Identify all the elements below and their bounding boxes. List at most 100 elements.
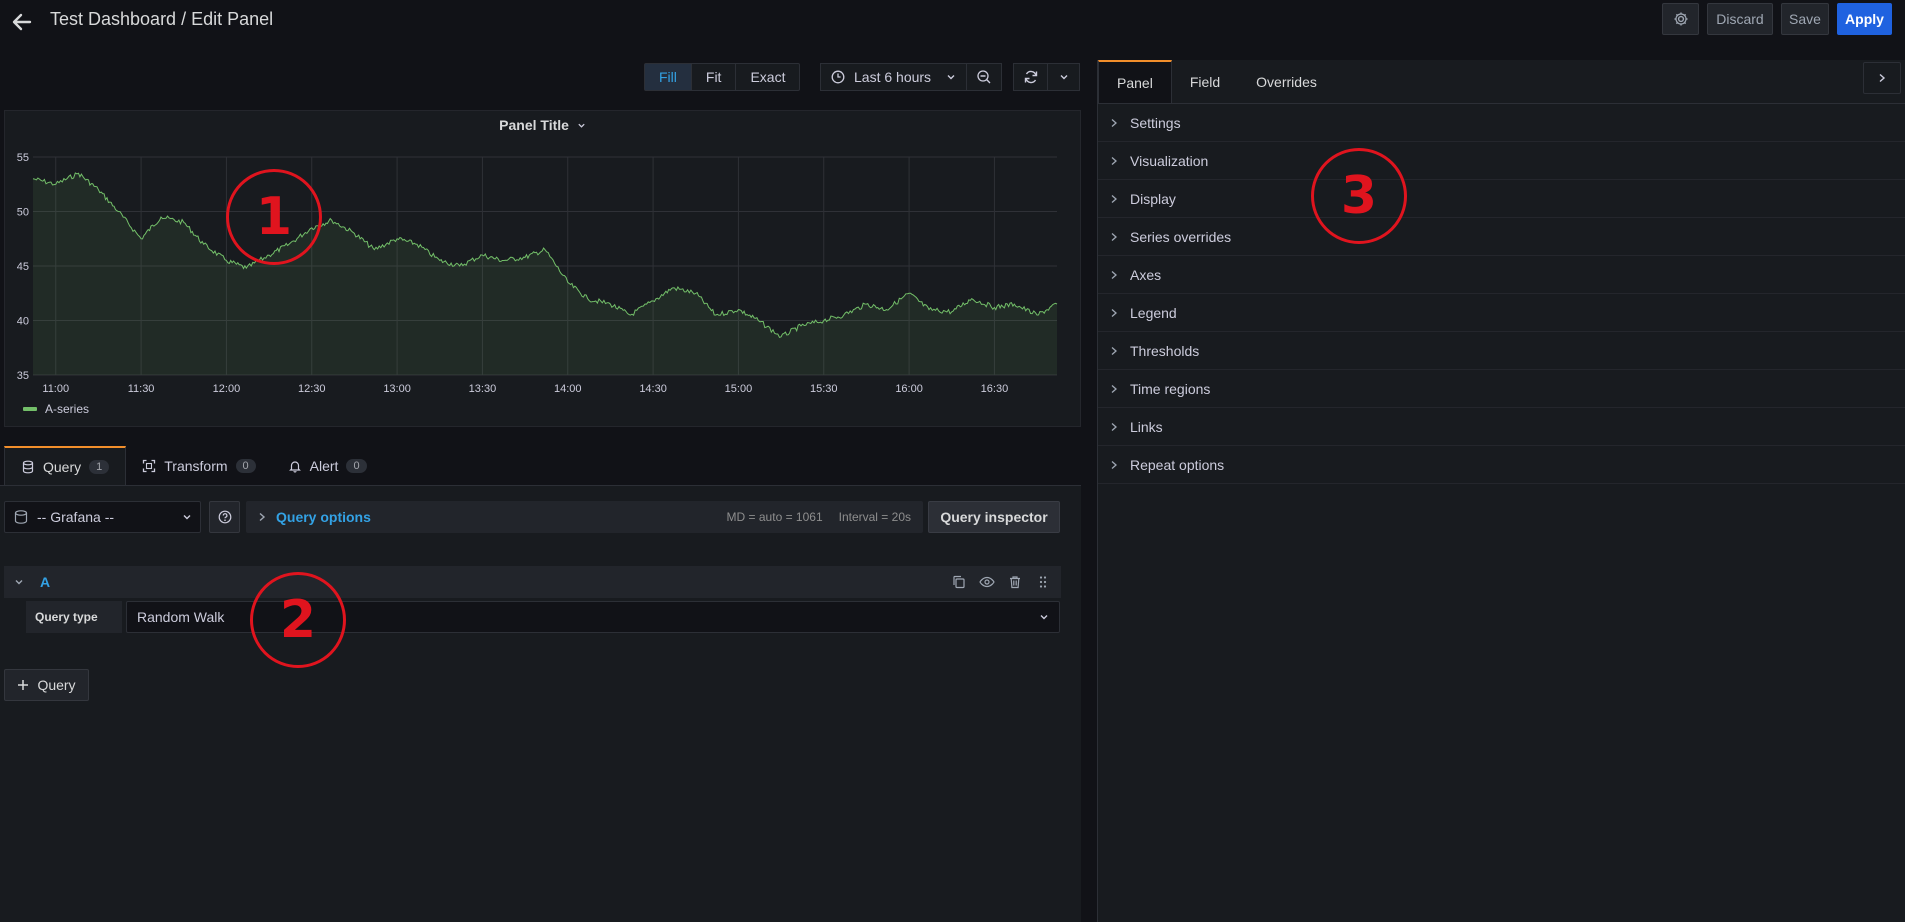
x-tick-label: 13:30 — [469, 383, 497, 395]
tab-transform[interactable]: Transform 0 — [126, 446, 271, 486]
chevron-right-icon — [1879, 73, 1886, 83]
top-bar: Test Dashboard / Edit Panel Discard Save… — [0, 0, 1905, 44]
query-inspector-button[interactable]: Query inspector — [928, 501, 1060, 533]
datasource-help-button[interactable] — [209, 501, 240, 533]
time-range-button[interactable]: Last 6 hours — [820, 63, 967, 91]
annotation-marker-3: 3 — [1311, 148, 1407, 244]
time-series-chart[interactable]: 35 40 45 50 55 11:00 11:30 12:00 12:30 13:00 13:30… — [5, 139, 1080, 399]
series-area-a-series — [33, 173, 1057, 375]
chevron-right-icon — [1111, 422, 1117, 431]
options-section-label: Visualization — [1130, 152, 1209, 169]
refresh-button[interactable] — [1013, 63, 1048, 91]
settings-button[interactable] — [1662, 3, 1699, 35]
datasource-name: -- Grafana -- — [37, 509, 115, 525]
drag-handle-icon — [1039, 576, 1047, 588]
add-query-label: Query — [37, 677, 76, 693]
tab-alert[interactable]: Alert 0 — [272, 446, 383, 486]
legend-swatch — [23, 407, 37, 411]
x-tick-label: 11:00 — [42, 383, 69, 395]
arrow-left-icon — [12, 13, 32, 31]
query-options-label: Query options — [276, 509, 371, 525]
x-tick-label: 15:00 — [725, 383, 753, 395]
y-tick-label: 55 — [17, 152, 29, 164]
add-query-button[interactable]: Query — [4, 669, 89, 701]
transform-count-badge: 0 — [235, 459, 256, 473]
refresh-icon — [1024, 70, 1037, 84]
query-editor — [0, 486, 1081, 922]
apply-button[interactable]: Apply — [1837, 3, 1892, 35]
options-section-label: Repeat options — [1130, 456, 1225, 473]
options-section-links[interactable]: Links — [1098, 408, 1905, 446]
options-section-label: Time regions — [1130, 380, 1211, 397]
discard-button[interactable]: Discard — [1707, 3, 1773, 35]
y-tick-label: 45 — [17, 261, 29, 273]
question-circle-icon — [218, 510, 231, 524]
options-section-display[interactable]: Display — [1098, 180, 1905, 218]
options-section-label: Display — [1130, 190, 1176, 207]
tab-field[interactable]: Field — [1172, 60, 1238, 104]
mode-exact-button[interactable]: Exact — [735, 64, 799, 90]
options-section-time-regions[interactable]: Time regions — [1098, 370, 1905, 408]
query-options-info: MD = auto = 1061 Interval = 20s — [727, 510, 911, 524]
panel: Panel Title 35 40 45 50 55 11:00 11:30 12:00 12:… — [4, 110, 1081, 427]
options-section-series-overrides[interactable]: Series overrides — [1098, 218, 1905, 256]
clock-icon — [831, 70, 845, 84]
tab-transform-label: Transform — [164, 458, 228, 474]
refresh-picker — [1013, 63, 1080, 91]
chevron-down-icon — [1060, 75, 1067, 80]
mode-fit-button[interactable]: Fit — [690, 64, 736, 90]
mode-fill-button[interactable]: Fill — [645, 64, 691, 90]
chevron-down-icon[interactable] — [14, 577, 24, 587]
options-section-settings[interactable]: Settings — [1098, 104, 1905, 142]
options-section-label: Links — [1130, 418, 1163, 435]
datasource-picker[interactable]: -- Grafana -- — [4, 501, 201, 533]
options-section-label: Legend — [1130, 304, 1177, 321]
zoom-out-button[interactable] — [967, 63, 1002, 91]
tab-query[interactable]: Query 1 — [4, 446, 127, 486]
chevron-right-icon — [1111, 194, 1117, 203]
query-options-toggle[interactable]: Query options — [258, 509, 371, 525]
alert-count-badge: 0 — [346, 459, 367, 473]
x-tick-label: 13:00 — [383, 383, 411, 395]
toggle-query-visibility-button[interactable] — [979, 574, 995, 590]
query-row-actions — [951, 574, 1051, 590]
datasource-icon — [14, 510, 28, 524]
plus-icon — [18, 680, 29, 690]
chevron-right-icon — [1111, 118, 1117, 127]
annotation-marker-2: 2 — [250, 572, 346, 668]
max-data-points-info: MD = auto = 1061 — [726, 510, 823, 524]
x-tick-label: 14:30 — [639, 383, 667, 395]
tab-panel[interactable]: Panel — [1098, 60, 1172, 104]
query-ref-id[interactable]: A — [40, 574, 50, 590]
tab-alert-label: Alert — [309, 458, 339, 474]
options-section-legend[interactable]: Legend — [1098, 294, 1905, 332]
options-section-axes[interactable]: Axes — [1098, 256, 1905, 294]
options-section-visualization[interactable]: Visualization — [1098, 142, 1905, 180]
chevron-down-icon — [1040, 615, 1048, 620]
drag-handle[interactable] — [1035, 574, 1051, 590]
options-section-repeat-options[interactable]: Repeat options — [1098, 446, 1905, 484]
x-tick-label: 16:00 — [895, 383, 923, 395]
back-button[interactable] — [8, 8, 36, 36]
duplicate-query-button[interactable] — [951, 574, 967, 590]
collapse-options-button[interactable] — [1863, 62, 1901, 94]
save-button[interactable]: Save — [1781, 3, 1829, 35]
y-tick-label: 50 — [17, 207, 29, 219]
y-tick-label: 40 — [17, 316, 29, 328]
chevron-right-icon — [1111, 346, 1117, 355]
chevron-right-icon — [1111, 232, 1117, 241]
options-section-thresholds[interactable]: Thresholds — [1098, 332, 1905, 370]
time-range-label: Last 6 hours — [854, 69, 932, 85]
legend-item-a-series[interactable]: A-series — [45, 402, 89, 416]
query-type-value: Random Walk — [137, 609, 225, 625]
refresh-interval-dropdown[interactable] — [1048, 63, 1080, 91]
chevron-down-icon — [947, 75, 955, 80]
chevron-right-icon — [1111, 270, 1117, 279]
tab-overrides[interactable]: Overrides — [1238, 60, 1335, 104]
chevron-down-icon — [183, 515, 191, 520]
panel-title: Panel Title — [499, 117, 569, 133]
delete-query-button[interactable] — [1007, 574, 1023, 590]
trash-icon — [1010, 576, 1020, 589]
x-tick-label: 12:30 — [298, 383, 326, 395]
panel-title-menu[interactable]: Panel Title — [5, 117, 1080, 133]
